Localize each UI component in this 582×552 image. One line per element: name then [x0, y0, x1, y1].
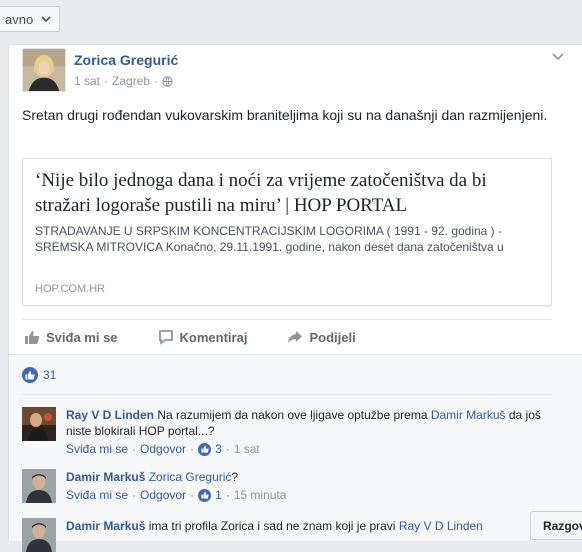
- comment-reply-button[interactable]: Odgovor: [140, 441, 186, 457]
- comment-text: ima tri profila Zorica i sad ne znam koj…: [148, 519, 399, 533]
- comment-text: Na razumijem da nakon ove ljigave optužb…: [157, 408, 431, 422]
- likes-count: 31: [43, 368, 57, 382]
- comment-text: ?: [231, 470, 239, 484]
- chat-button-label: Razgovor: [543, 519, 582, 533]
- post-header: Zorica Gregurić 1 sat · Zagreb ·: [22, 48, 178, 92]
- thumbs-up-icon: [25, 331, 40, 344]
- comment-time[interactable]: 15 minuta: [234, 487, 287, 503]
- comment-icon: [158, 330, 173, 345]
- dot-separator: ·: [225, 488, 230, 502]
- commenter-avatar[interactable]: [22, 518, 56, 552]
- comment-actions: Sviđa mi se · Odgovor · 3 · 1 sat: [66, 441, 546, 457]
- comment: Damir Markuš ima tri profila Zorica i sa…: [22, 518, 483, 552]
- comment-like-button[interactable]: Sviđa mi se: [66, 441, 128, 457]
- comment-time[interactable]: 1 sat: [234, 441, 260, 457]
- link-domain: HOP.COM.HR: [35, 283, 106, 295]
- meta-separator: ·: [154, 74, 159, 88]
- comment-mention[interactable]: Zorica Gregurić: [149, 470, 232, 484]
- comment-button-label: Komentiraj: [179, 329, 248, 345]
- divider: [22, 319, 552, 320]
- share-button-label: Podijeli: [309, 329, 356, 345]
- globe-icon[interactable]: [162, 75, 173, 87]
- comment-author[interactable]: Damir Markuš: [66, 519, 145, 533]
- comment-body: Damir Markuš ima tri profila Zorica i sa…: [66, 518, 546, 534]
- comment-author[interactable]: Damir Markuš: [66, 470, 145, 484]
- author-avatar[interactable]: [22, 48, 66, 92]
- comment-button[interactable]: Komentiraj: [158, 326, 248, 348]
- comment-like-count[interactable]: 3: [215, 441, 222, 457]
- comment-body: Damir Markuš Zorica Gregurić? Sviđa mi s…: [66, 469, 546, 503]
- meta-separator: ·: [104, 74, 109, 88]
- post-time[interactable]: 1 sat: [74, 74, 100, 88]
- chevron-down-icon: [41, 16, 51, 23]
- sort-dropdown-button[interactable]: avno: [0, 6, 61, 32]
- link-description: STRADAVANJE U SRPSKIM KONCENTRACIJSKIM L…: [35, 224, 504, 254]
- dot-separator: ·: [132, 488, 137, 502]
- comment-reply-button[interactable]: Odgovor: [140, 487, 186, 503]
- comment-body: Ray V D Linden Na razumijem da nakon ove…: [66, 407, 546, 457]
- commenter-avatar[interactable]: [22, 469, 56, 503]
- top-bar: avno: [0, 0, 582, 44]
- post-actions: Sviđa mi se Komentiraj Podijeli: [22, 326, 552, 348]
- post-card: Zorica Gregurić 1 sat · Zagreb · Sretan …: [8, 44, 582, 552]
- likes-summary[interactable]: 31: [22, 367, 56, 383]
- share-arrow-icon: [288, 331, 303, 343]
- comment-author[interactable]: Ray V D Linden: [66, 408, 154, 422]
- like-button-label: Sviđa mi se: [46, 329, 118, 345]
- post-footer: 31 Ray V D Linden Na razumijem da nakon …: [9, 354, 582, 552]
- post-options-chevron-icon[interactable]: [552, 53, 564, 61]
- post-meta: 1 sat · Zagreb ·: [74, 74, 173, 88]
- share-button[interactable]: Podijeli: [287, 326, 356, 348]
- chat-button[interactable]: Razgovor: [530, 511, 582, 540]
- link-title[interactable]: ‘Nije bilo jednoga dana i noći za vrijem…: [35, 168, 545, 218]
- divider: [22, 394, 552, 395]
- commenter-avatar[interactable]: [22, 407, 56, 441]
- like-button[interactable]: Sviđa mi se: [24, 326, 118, 348]
- like-reaction-icon: [22, 367, 38, 383]
- comment-mention[interactable]: Ray V D Linden: [399, 519, 483, 533]
- dot-separator: ·: [190, 488, 195, 502]
- sort-dropdown-label: avno: [5, 11, 34, 27]
- post-author[interactable]: Zorica Gregurić: [74, 52, 178, 68]
- dot-separator: ·: [225, 442, 230, 456]
- dot-separator: ·: [132, 442, 137, 456]
- thumbs-up-icon: [198, 488, 212, 502]
- comment-mention[interactable]: Damir Markuš: [431, 408, 506, 422]
- dot-separator: ·: [190, 442, 195, 456]
- comment-like-count[interactable]: 1: [215, 487, 222, 503]
- thumbs-up-icon: [198, 442, 212, 456]
- comment-like-button[interactable]: Sviđa mi se: [66, 487, 128, 503]
- comment: Ray V D Linden Na razumijem da nakon ove…: [22, 407, 541, 456]
- post-location[interactable]: Zagreb: [112, 74, 150, 88]
- post-text: Sretan drugi rođendan vukovarskim branit…: [22, 107, 548, 123]
- link-preview[interactable]: ‘Nije bilo jednoga dana i noći za vrijem…: [22, 158, 552, 306]
- comment: Damir Markuš Zorica Gregurić? Sviđa mi s…: [22, 469, 286, 503]
- comment-actions: Sviđa mi se · Odgovor · 1 · 15 minuta: [66, 487, 546, 503]
